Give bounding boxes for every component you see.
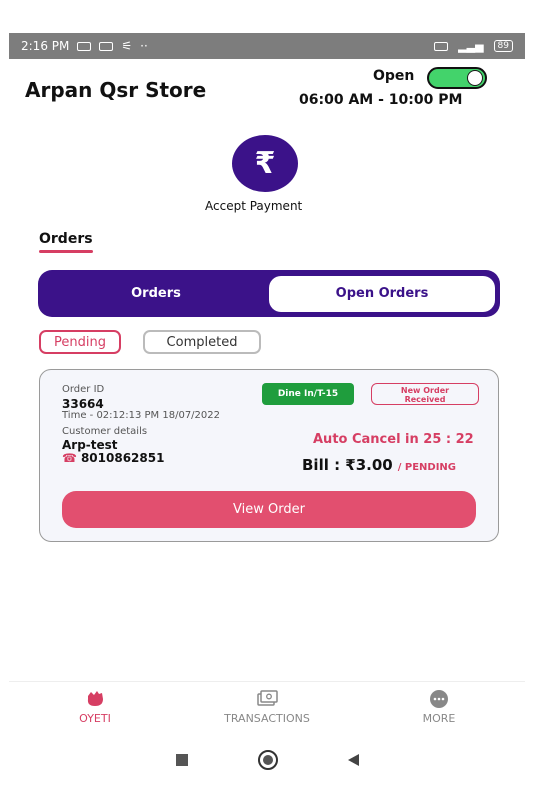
nav-label-more: MORE: [422, 712, 456, 725]
store-name: Arpan Qsr Store: [25, 78, 207, 102]
more-dots-icon: ··: [140, 39, 148, 53]
phone-icon: ☎: [62, 451, 77, 465]
bottom-nav: OYETI TRANSACTIONS MORE: [9, 685, 525, 733]
new-order-badge-line2: Received: [404, 395, 446, 404]
system-nav-bar: [9, 734, 525, 785]
nav-item-more[interactable]: MORE: [353, 685, 525, 733]
dine-in-badge: Dine In/T-15: [262, 383, 354, 405]
customer-label: Customer details: [62, 426, 148, 437]
message-icon: [77, 41, 92, 51]
order-card: Order ID 33664 Time - 02:12:13 PM 18/07/…: [39, 369, 499, 542]
open-label: Open: [373, 68, 415, 84]
store-hours: 06:00 AM - 10:00 PM: [299, 92, 463, 108]
rupee-icon[interactable]: ₹: [232, 135, 298, 192]
signal-icon: ▂▃▅: [458, 39, 484, 53]
oyeti-icon: [87, 691, 103, 706]
nav-item-oyeti[interactable]: OYETI: [9, 685, 181, 733]
nav-label-oyeti: OYETI: [79, 712, 111, 725]
orders-heading: Orders: [39, 231, 93, 247]
order-id-label: Order ID: [62, 384, 105, 395]
accept-payment-label[interactable]: Accept Payment: [205, 199, 302, 213]
nav-divider: [9, 681, 525, 682]
home-icon[interactable]: [257, 749, 278, 770]
nav-item-transactions[interactable]: TRANSACTIONS: [181, 685, 353, 733]
header: Arpan Qsr Store Open 06:00 AM - 10:00 PM: [9, 60, 525, 130]
customer-name: Arp-test: [62, 438, 118, 452]
open-toggle[interactable]: [427, 67, 487, 89]
customer-phone[interactable]: ☎ 8010862851: [62, 451, 164, 465]
nav-label-transactions: TRANSACTIONS: [224, 712, 310, 725]
back-icon[interactable]: [347, 753, 359, 766]
filter-completed[interactable]: Completed: [143, 330, 261, 354]
new-order-badge: New Order Received: [371, 383, 479, 405]
status-time: 2:16 PM: [21, 39, 70, 53]
wifi-off-icon: ⚟: [121, 39, 133, 53]
bill-amount: Bill : ₹3.00: [302, 456, 393, 474]
new-order-badge-line1: New Order: [400, 386, 450, 395]
transactions-icon: [257, 690, 278, 706]
status-bar: 2:16 PM ⚟ ·· ▂▃▅ 89: [9, 33, 525, 59]
orders-segmented-control: Orders Open Orders: [38, 270, 500, 317]
auto-cancel-timer: Auto Cancel in 25 : 22: [313, 432, 474, 447]
sim-icon: [434, 41, 449, 51]
view-order-button[interactable]: View Order: [62, 491, 476, 528]
bill-status: / PENDING: [397, 462, 457, 473]
recents-icon[interactable]: [175, 753, 188, 766]
order-id: 33664: [62, 397, 104, 411]
order-time: Time - 02:12:13 PM 18/07/2022: [62, 410, 221, 421]
phone-number: 8010862851: [80, 451, 165, 465]
message-icon: [99, 41, 114, 51]
bill-amount-row: Bill : ₹3.00 / PENDING: [302, 456, 456, 474]
filter-pending[interactable]: Pending: [39, 330, 121, 354]
toggle-knob: [467, 70, 483, 86]
app-screen: 2:16 PM ⚟ ·· ▂▃▅ 89 Arpan Qsr Store Open…: [9, 0, 525, 785]
battery-icon: 89: [493, 40, 513, 52]
tab-open-orders[interactable]: Open Orders: [269, 275, 495, 312]
more-icon: [430, 690, 448, 708]
orders-underline: [39, 250, 93, 253]
tab-orders[interactable]: Orders: [43, 276, 269, 312]
